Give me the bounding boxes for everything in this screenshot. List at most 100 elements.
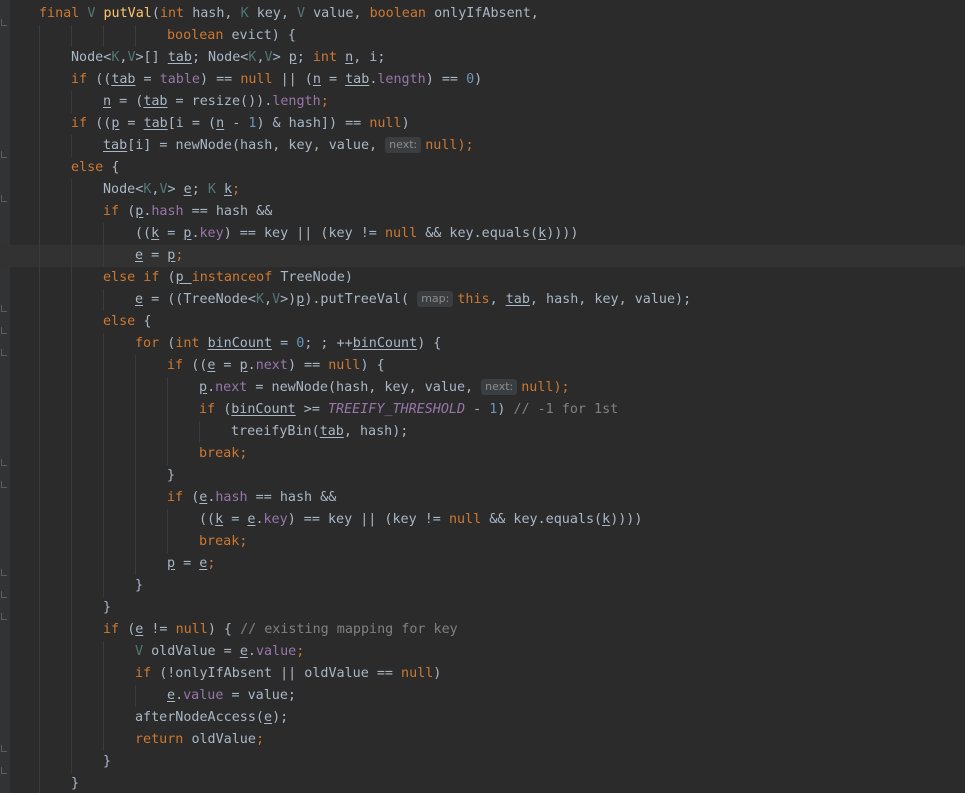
indent-guide	[39, 289, 40, 311]
code-line[interactable]: break;	[0, 531, 965, 553]
code-token: )	[433, 666, 442, 681]
code-line[interactable]: if ((tab = table) == null || (n = tab.le…	[0, 69, 965, 91]
indent-guide	[103, 707, 104, 729]
code-text: }	[135, 575, 143, 597]
indent-guide	[39, 641, 40, 663]
code-line[interactable]: }	[0, 465, 965, 487]
code-token: e	[135, 248, 144, 263]
code-line[interactable]: final V putVal(int hash, K key, V value,…	[0, 3, 965, 25]
code-line[interactable]: afterNodeAccess(e);	[0, 707, 965, 729]
code-token: evict) {	[231, 28, 297, 43]
code-line[interactable]: else {	[0, 157, 965, 179]
code-token: V	[264, 50, 273, 65]
code-token: >	[167, 182, 184, 197]
code-token: int	[175, 336, 208, 351]
code-line[interactable]: }	[0, 751, 965, 773]
indent-guide	[71, 91, 72, 113]
indent-guide	[39, 509, 40, 531]
code-line[interactable]: V oldValue = e.value;	[0, 641, 965, 663]
indent-guides	[0, 773, 965, 793]
code-text: }	[71, 773, 79, 793]
code-token: ) & hash]) ==	[256, 116, 370, 131]
indent-guide	[103, 553, 104, 575]
code-line[interactable]: Node<K,V>[] tab; Node<K,V> p; int n, i;	[0, 47, 965, 69]
code-line[interactable]: }	[0, 575, 965, 597]
indent-guide	[103, 443, 104, 465]
code-token: if	[103, 622, 128, 637]
code-token: null	[425, 138, 458, 153]
code-token: n	[312, 72, 321, 87]
code-text: e.value = value;	[167, 685, 296, 707]
code-token: hash,	[192, 6, 241, 21]
code-token: =	[272, 336, 297, 351]
code-token: ) ==	[287, 358, 329, 373]
code-token: ;	[239, 534, 248, 549]
indent-guide	[103, 355, 104, 377]
code-line[interactable]: ((k = p.key) == key || (key != null && k…	[0, 223, 965, 245]
code-token: key,	[256, 6, 297, 21]
indent-guide	[39, 443, 40, 465]
code-token: =	[175, 556, 200, 571]
code-line[interactable]: if (p.hash == hash &&	[0, 201, 965, 223]
code-line[interactable]: e = p;	[0, 245, 965, 267]
code-line[interactable]: return oldValue;	[0, 729, 965, 751]
code-line[interactable]: else if (p instanceof TreeNode)	[0, 267, 965, 289]
code-token: n	[345, 50, 354, 65]
code-token: // existing mapping for key	[240, 622, 458, 637]
code-token: V	[135, 644, 152, 659]
code-line[interactable]: if ((e = p.next) == null) {	[0, 355, 965, 377]
code-token: -	[465, 402, 490, 417]
code-line[interactable]: boolean evict) {	[0, 25, 965, 47]
indent-guide	[39, 487, 40, 509]
code-token: (	[151, 6, 160, 21]
code-line[interactable]: if (e.hash == hash &&	[0, 487, 965, 509]
code-line[interactable]: if (!onlyIfAbsent || oldValue == null)	[0, 663, 965, 685]
code-token: binCount	[352, 336, 418, 351]
code-token: null	[521, 380, 554, 395]
indent-guide	[71, 223, 72, 245]
code-token: key	[199, 226, 224, 241]
code-token: ,	[264, 292, 273, 307]
indent-guide	[103, 641, 104, 663]
code-token: =	[223, 512, 248, 527]
indent-guide	[135, 377, 136, 399]
code-line[interactable]: if ((p = tab[i = (n - 1) & hash]) == nul…	[0, 113, 965, 135]
indent-guide	[71, 751, 72, 773]
code-token: = (	[111, 94, 144, 109]
code-line[interactable]: break;	[0, 443, 965, 465]
code-line[interactable]: }	[0, 597, 965, 619]
code-line[interactable]: if (binCount >= TREEIFY_THRESHOLD - 1) /…	[0, 399, 965, 421]
code-token: e	[183, 182, 192, 197]
code-line[interactable]: if (e != null) { // existing mapping for…	[0, 619, 965, 641]
code-editor[interactable]: final V putVal(int hash, K key, V value,…	[0, 0, 965, 793]
code-line[interactable]: treeifyBin(tab, hash);	[0, 421, 965, 443]
indent-guides	[0, 157, 965, 179]
code-line[interactable]: Node<K,V> e; K k;	[0, 179, 965, 201]
code-line[interactable]: else {	[0, 311, 965, 333]
code-token: if	[167, 358, 192, 373]
indent-guide	[135, 443, 136, 465]
code-token: k	[215, 512, 224, 527]
indent-guides	[0, 355, 965, 377]
code-token: -	[224, 116, 249, 131]
code-line[interactable]: ((k = e.key) == key || (key != null && k…	[0, 509, 965, 531]
indent-guide	[167, 421, 168, 443]
code-token: else	[71, 160, 112, 175]
code-line[interactable]: e = ((TreeNode<K,V>)p).putTreeVal( map: t…	[0, 289, 965, 311]
code-text: boolean evict) {	[167, 25, 296, 47]
code-token: ; Node<	[191, 50, 249, 65]
indent-guide	[39, 113, 40, 135]
code-token: next	[215, 380, 248, 395]
code-token: && key.equals(	[425, 226, 539, 241]
code-token: if	[71, 116, 96, 131]
code-line[interactable]: p = e;	[0, 553, 965, 575]
code-line[interactable]: p.next = newNode(hash, key, value, next:…	[0, 377, 965, 399]
code-line[interactable]: }	[0, 773, 965, 793]
code-line[interactable]: tab[i] = newNode(hash, key, value, next:…	[0, 135, 965, 157]
code-line[interactable]: n = (tab = resize()).length;	[0, 91, 965, 113]
code-line[interactable]: e.value = value;	[0, 685, 965, 707]
code-token: if	[167, 490, 192, 505]
indent-guide	[71, 465, 72, 487]
code-line[interactable]: for (int binCount = 0; ; ++binCount) {	[0, 333, 965, 355]
code-token: p	[288, 50, 297, 65]
